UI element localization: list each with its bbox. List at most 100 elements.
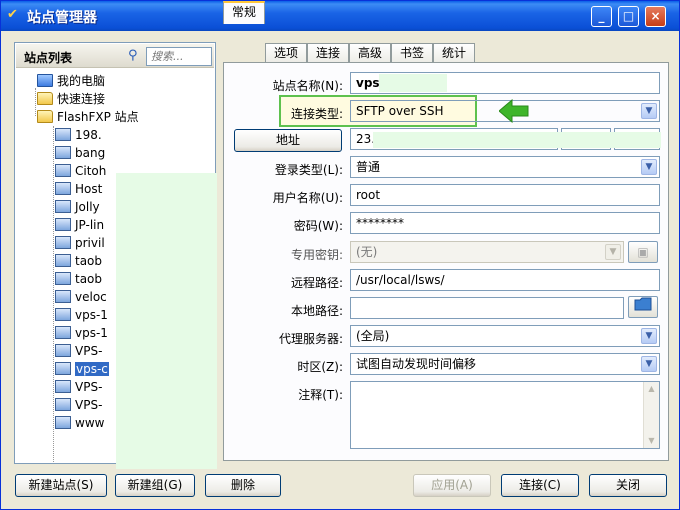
tree-item-label: bang [75,146,106,160]
tree-group-item[interactable]: 我的电脑 [37,72,105,90]
tab-options[interactable]: 选项 [265,43,307,63]
login-type-select[interactable]: 普通 ▼ [350,156,660,178]
site-icon [55,200,71,213]
tree-group-item[interactable]: 快速连接 [37,90,105,108]
apply-button[interactable]: 应用(A) [413,474,491,497]
site-icon [55,398,71,411]
tree-connector-line [35,88,36,116]
username-value: root [356,188,381,202]
site-item[interactable]: taob [55,270,102,288]
timezone-select[interactable]: 试图自动发现时间偏移 ▼ [350,353,660,375]
close-button[interactable]: 关闭 [589,474,667,497]
conn-type-value: SFTP over SSH [356,104,444,118]
site-icon [55,326,71,339]
tab-statistics[interactable]: 统计 [433,43,475,63]
tree-item-label: VPS- [75,380,103,394]
redacted-region [379,74,447,92]
tree-item-label: Jolly [75,200,100,214]
address-button[interactable]: 地址 [234,129,342,152]
notes-textarea[interactable]: ▲ ▼ [350,381,660,449]
site-icon [55,218,71,231]
site-item[interactable]: vps-1 [55,306,108,324]
site-item[interactable]: vps-c [55,360,109,378]
site-icon [55,380,71,393]
redacted-region [116,173,217,469]
private-key-select[interactable]: (无) ▼ [350,241,624,263]
private-key-value: (无) [356,245,378,259]
proxy-select[interactable]: (全局) ▼ [350,325,660,347]
tree-item-label: VPS- [75,344,103,358]
site-item[interactable]: privil [55,234,105,252]
site-item[interactable]: VPS- [55,378,102,396]
chevron-down-icon[interactable]: ▼ [641,356,657,372]
tab-bookmarks[interactable]: 书签 [391,43,433,63]
key-manager-icon[interactable]: ▣ [628,241,658,263]
tab-connection[interactable]: 连接 [307,43,349,63]
site-icon [55,416,71,429]
site-item[interactable]: Jolly [55,198,100,216]
site-item[interactable]: JP-lin [55,216,104,234]
notes-scrollbar[interactable]: ▲ ▼ [643,382,659,448]
login-type-label: 登录类型(L): [274,163,343,177]
proxy-label: 代理服务器: [278,332,343,346]
site-item[interactable]: VPS- [55,396,102,414]
scroll-down-icon[interactable]: ▼ [644,434,659,448]
green-arrow-icon [499,99,529,123]
chevron-down-icon[interactable]: ▼ [641,328,657,344]
site-icon [55,254,71,267]
folder-icon [37,92,53,105]
delete-button[interactable]: 删除 [205,474,281,497]
local-path-field[interactable] [350,297,624,319]
site-item[interactable]: Citoh [55,162,106,180]
password-field[interactable]: ******** [350,212,660,234]
minimize-button[interactable]: _ [591,6,612,27]
site-name-value: vps [356,76,380,90]
site-item[interactable]: VPS- [55,342,102,360]
site-icon [55,146,71,159]
tab-advanced[interactable]: 高级 [349,43,391,63]
remote-path-label: 远程路径: [290,276,343,290]
flashfxp-logo-icon: ✔ [7,7,18,22]
site-search-input[interactable] [146,47,212,66]
folder-browse-icon[interactable] [628,296,658,318]
tree-item-label: privil [75,236,105,250]
tree-item-label: vps-c [75,362,109,376]
new-site-button[interactable]: 新建站点(S) [15,474,107,497]
site-icon [55,290,71,303]
username-field[interactable]: root [350,184,660,206]
connect-button[interactable]: 连接(C) [501,474,579,497]
chevron-down-icon[interactable]: ▼ [641,103,657,119]
scroll-up-icon[interactable]: ▲ [644,382,659,396]
site-item[interactable]: Host [55,180,102,198]
tree-group-item[interactable]: FlashFXP 站点 [37,108,139,126]
window-title: 站点管理器 [27,10,97,26]
search-icon[interactable]: ⚲ [128,48,138,63]
remote-path-field[interactable]: /usr/local/lsws/ [350,269,660,291]
close-window-button[interactable]: × [645,6,666,27]
local-path-label: 本地路径: [290,304,343,318]
new-group-button[interactable]: 新建组(G) [115,474,195,497]
site-icon [55,164,71,177]
chevron-down-icon[interactable]: ▼ [641,159,657,175]
site-item[interactable]: bang [55,144,105,162]
site-item[interactable]: 198. [55,126,102,144]
tree-item-label: VPS- [75,398,103,412]
remote-path-value: /usr/local/lsws/ [356,273,445,287]
tree-item-label: taob [75,272,103,286]
title-bar[interactable]: ✔ 站点管理器 _ □ × [1,1,679,31]
notes-label: 注释(T): [298,388,343,402]
site-item[interactable]: www [55,414,104,432]
tree-item-label: Host [75,182,103,196]
password-label: 密码(W): [293,219,343,233]
password-value: ******** [356,216,404,230]
tab-general[interactable]: 常规 [223,1,265,24]
site-item[interactable]: taob [55,252,102,270]
site-item[interactable]: vps-1 [55,324,108,342]
chevron-down-icon: ▼ [605,244,621,260]
proxy-value: (全局) [356,329,390,343]
maximize-button[interactable]: □ [618,6,639,27]
site-name-label: 站点名称(N): [272,79,343,93]
site-list-header: 站点列表 ⚲ [16,44,214,68]
site-item[interactable]: veloc [55,288,107,306]
redacted-region [373,132,661,148]
